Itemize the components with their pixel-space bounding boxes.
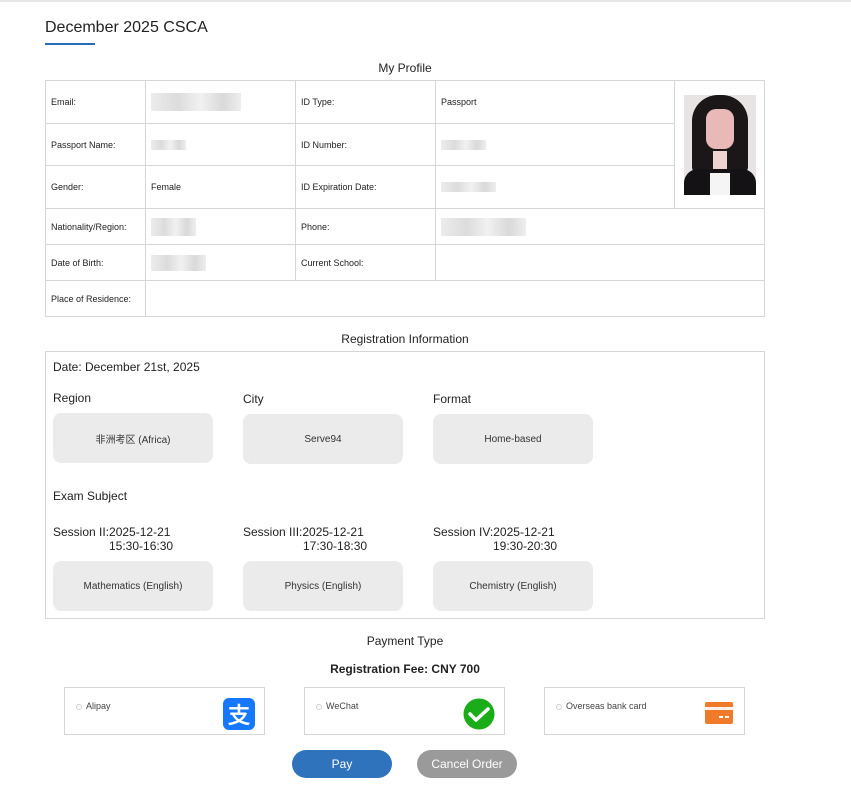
payment-option-bank-card[interactable]: Overseas bank card (544, 687, 745, 735)
alipay-radio[interactable] (76, 704, 82, 710)
id-expiration-value (436, 166, 675, 209)
dob-value (146, 245, 296, 281)
pay-button[interactable]: Pay (292, 750, 392, 778)
profile-table: Email: ID Type: Passport Passport Name: … (45, 80, 765, 317)
school-value (436, 245, 765, 281)
residence-label: Place of Residence: (46, 281, 146, 317)
phone-label: Phone: (296, 209, 436, 245)
profile-photo (684, 94, 756, 195)
profile-section-title: My Profile (378, 61, 432, 75)
email-label: Email: (46, 81, 146, 124)
email-value (146, 81, 296, 124)
session-3-subject: Physics (English) (243, 561, 403, 611)
bank-card-radio[interactable] (556, 704, 562, 710)
session-2-title: Session II:2025-12-21 (53, 525, 171, 539)
id-type-label: ID Type: (296, 81, 436, 124)
session-2-subject: Mathematics (English) (53, 561, 213, 611)
region-label: Region (53, 391, 92, 405)
gender-value: Female (146, 166, 296, 209)
title-underline (45, 43, 95, 45)
phone-value (436, 209, 765, 245)
id-expiration-label: ID Expiration Date: (296, 166, 436, 209)
exam-subject-label: Exam Subject (53, 489, 128, 503)
dob-label: Date of Birth: (46, 245, 146, 281)
passport-name-label: Passport Name: (46, 124, 146, 166)
session-4-info: Session IV:2025-12-21 19:30-20:30 (433, 525, 593, 553)
exam-date: Date: December 21st, 2025 (53, 360, 200, 374)
payment-option-wechat[interactable]: WeChat (304, 687, 505, 735)
bank-card-icon (705, 702, 733, 724)
bank-card-label: Overseas bank card (566, 701, 647, 711)
session-3-title: Session III:2025-12-21 (243, 525, 364, 539)
cancel-order-button[interactable]: Cancel Order (417, 750, 517, 778)
gender-label: Gender: (46, 166, 146, 209)
passport-name-value (146, 124, 296, 166)
alipay-icon: 支 (223, 698, 255, 730)
alipay-label: Alipay (86, 701, 111, 711)
session-3-time: 17:30-18:30 (303, 539, 368, 553)
city-label: City (243, 392, 264, 406)
region-value: 非洲考区 (Africa) (53, 413, 213, 463)
id-number-value (436, 124, 675, 166)
registration-box: Date: December 21st, 2025 Region City Fo… (45, 351, 765, 619)
id-number-label: ID Number: (296, 124, 436, 166)
session-2-time: 15:30-16:30 (109, 539, 174, 553)
session-2-info: Session II:2025-12-21 15:30-16:30 (53, 525, 213, 553)
wechat-radio[interactable] (316, 704, 322, 710)
nationality-label: Nationality/Region: (46, 209, 146, 245)
session-4-time: 19:30-20:30 (493, 539, 558, 553)
payment-option-alipay[interactable]: Alipay 支 (64, 687, 265, 735)
profile-photo-cell (675, 81, 765, 209)
residence-value (146, 281, 765, 317)
format-label: Format (433, 392, 472, 406)
top-divider (0, 0, 851, 2)
payment-section-title: Payment Type (366, 634, 444, 648)
registration-section-title: Registration Information (341, 332, 469, 346)
wechat-pay-icon (463, 698, 495, 730)
wechat-label: WeChat (326, 701, 359, 711)
nationality-value (146, 209, 296, 245)
registration-fee: Registration Fee: CNY 700 (330, 662, 480, 676)
svg-text:支: 支 (228, 704, 251, 729)
id-type-value: Passport (436, 81, 675, 124)
format-value: Home-based (433, 414, 593, 464)
school-label: Current School: (296, 245, 436, 281)
city-value: Serve94 (243, 414, 403, 464)
session-4-title: Session IV:2025-12-21 (433, 525, 555, 539)
session-4-subject: Chemistry (English) (433, 561, 593, 611)
page-title: December 2025 CSCA (45, 19, 208, 36)
session-3-info: Session III:2025-12-21 17:30-18:30 (243, 525, 403, 553)
